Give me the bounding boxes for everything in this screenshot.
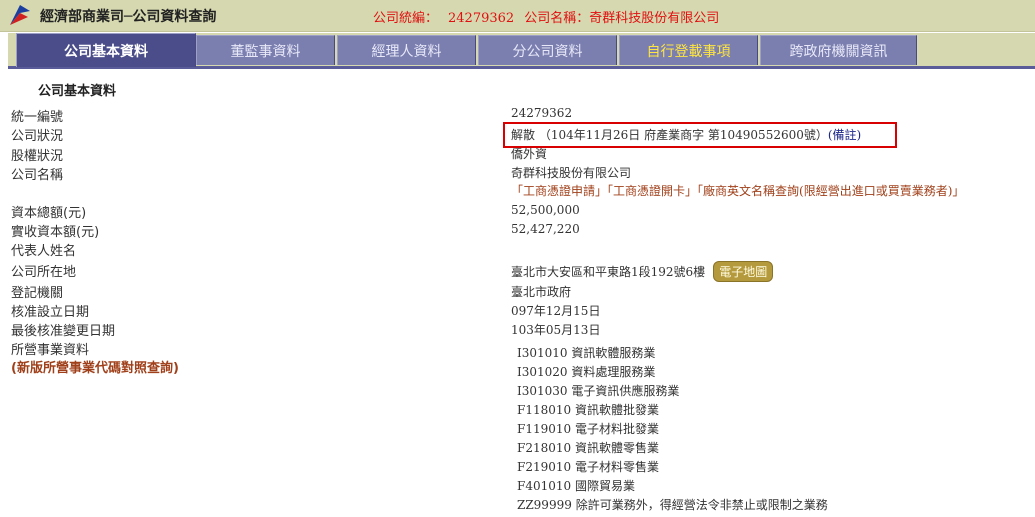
value-company-name: 奇群科技股份有限公司 — [511, 166, 632, 180]
label-capital-total: 資本總額(元) — [11, 206, 87, 221]
list-item: I301020 資料處理服務業 — [517, 363, 828, 382]
label-address: 公司所在地 — [11, 265, 77, 280]
business-name: 國際貿易業 — [574, 479, 635, 493]
value-approved-date: 097年12月15日 — [511, 304, 601, 318]
tab-bar: 公司基本資料 董監事資料 經理人資料 分公司資料 自行登載事項 跨政府機關資訊 — [8, 33, 1035, 69]
business-code: F119010 — [517, 422, 572, 436]
list-item: F401010 國際貿易業 — [517, 477, 828, 496]
list-item: I301010 資訊軟體服務業 — [517, 344, 828, 363]
list-item: I301030 電子資訊供應服務業 — [517, 382, 828, 401]
tab-self-registered[interactable]: 自行登載事項 — [619, 35, 758, 65]
business-name: 資料處理服務業 — [571, 365, 656, 379]
tab-basic-info[interactable]: 公司基本資料 — [16, 33, 196, 67]
list-item: ZZ99999 除許可業務外，得經營法令非禁止或限制之業務 — [517, 496, 828, 515]
label-uniform-no: 統一編號 — [11, 110, 64, 125]
label-ownership: 股權狀況 — [11, 149, 64, 164]
section-title: 公司基本資料 — [38, 84, 117, 99]
business-name: 除許可業務外，得經營法令非禁止或限制之業務 — [575, 498, 828, 512]
company-id-value: 24279362 — [448, 11, 515, 26]
label-approved-date: 核准設立日期 — [11, 305, 90, 320]
list-item: F118010 資訊軟體批發業 — [517, 401, 828, 420]
moea-logo-icon — [10, 5, 30, 25]
business-name: 電子材料批發業 — [574, 422, 659, 436]
status-text: 解散 （104年11月26日 府產業商字 第10490552600號） — [511, 128, 828, 142]
tab-branches[interactable]: 分公司資料 — [478, 35, 617, 65]
cert-apply-link[interactable]: 「工商憑證申請」 — [511, 184, 607, 198]
value-capital-paid: 52,427,220 — [511, 222, 580, 236]
company-name-label: 公司名稱： — [524, 11, 590, 26]
business-code: I301010 — [517, 346, 568, 360]
business-name: 資訊軟體批發業 — [574, 403, 659, 417]
cert-activate-link[interactable]: 「工商憑證開卡」 — [607, 184, 697, 198]
value-registry: 臺北市政府 — [511, 285, 572, 299]
label-capital-paid: 實收資本額(元) — [11, 225, 100, 240]
value-address: 臺北市大安區和平東路1段192號6樓 電子地圖 — [511, 261, 774, 282]
business-code: I301020 — [517, 365, 568, 379]
map-button[interactable]: 電子地圖 — [713, 261, 774, 282]
business-code: F218010 — [517, 441, 572, 455]
value-uniform-no: 24279362 — [511, 106, 573, 120]
list-item: F218010 資訊軟體零售業 — [517, 439, 828, 458]
business-name: 電子資訊供應服務業 — [571, 384, 680, 398]
value-capital-total: 52,500,000 — [511, 203, 580, 217]
app-title: 經濟部商業司─公司資料查詢 — [40, 9, 217, 25]
business-code: F118010 — [517, 403, 572, 417]
address-text: 臺北市大安區和平東路1段192號6樓 — [511, 265, 706, 279]
business-code-lookup-link[interactable]: (新版所營事業代碼對照查詢) — [11, 357, 179, 376]
business-name: 資訊軟體零售業 — [574, 441, 659, 455]
business-code: F401010 — [517, 479, 572, 493]
value-status: 解散 （104年11月26日 府產業商字 第10490552600號）(備註) — [511, 126, 861, 143]
label-company-name: 公司名稱 — [11, 168, 64, 183]
label-registry: 登記機關 — [11, 286, 64, 301]
header-company-info: 公司統編： 24279362 公司名稱：奇群科技股份有限公司 — [373, 7, 729, 26]
value-last-change-date: 103年05月13日 — [511, 323, 601, 337]
tab-cross-gov[interactable]: 跨政府機關資訊 — [760, 35, 917, 65]
business-code: F219010 — [517, 460, 572, 474]
label-business: 所營事業資料 — [11, 343, 90, 358]
business-name: 資訊軟體服務業 — [571, 346, 656, 360]
label-status: 公司狀況 — [11, 129, 64, 144]
value-ownership: 僑外資 — [511, 147, 548, 161]
business-name: 電子材料零售業 — [574, 460, 659, 474]
list-item: F219010 電子材料零售業 — [517, 458, 828, 477]
status-note-link[interactable]: (備註) — [828, 128, 861, 142]
company-name-value: 奇群科技股份有限公司 — [589, 11, 720, 26]
tab-managers[interactable]: 經理人資料 — [337, 35, 476, 65]
company-id-label: 公司統編： — [373, 11, 439, 26]
list-item: F119010 電子材料批發業 — [517, 420, 828, 439]
business-code: ZZ99999 — [517, 498, 572, 512]
business-code: I301030 — [517, 384, 568, 398]
label-last-change-date: 最後核准變更日期 — [11, 324, 116, 339]
header-bar: 經濟部商業司─公司資料查詢 公司統編： 24279362 公司名稱：奇群科技股份有限… — [0, 0, 1035, 32]
english-name-lookup-link[interactable]: 「廠商英文名稱查詢(限經營出進口或買賣業務者)」 — [697, 184, 964, 198]
company-links: 「工商憑證申請」「工商憑證開卡」「廠商英文名稱查詢(限經營出進口或買賣業務者)」 — [511, 182, 964, 199]
tab-directors[interactable]: 董監事資料 — [196, 35, 335, 65]
business-list: I301010 資訊軟體服務業 I301020 資料處理服務業 I301030 … — [517, 344, 828, 515]
label-representative: 代表人姓名 — [11, 244, 77, 259]
